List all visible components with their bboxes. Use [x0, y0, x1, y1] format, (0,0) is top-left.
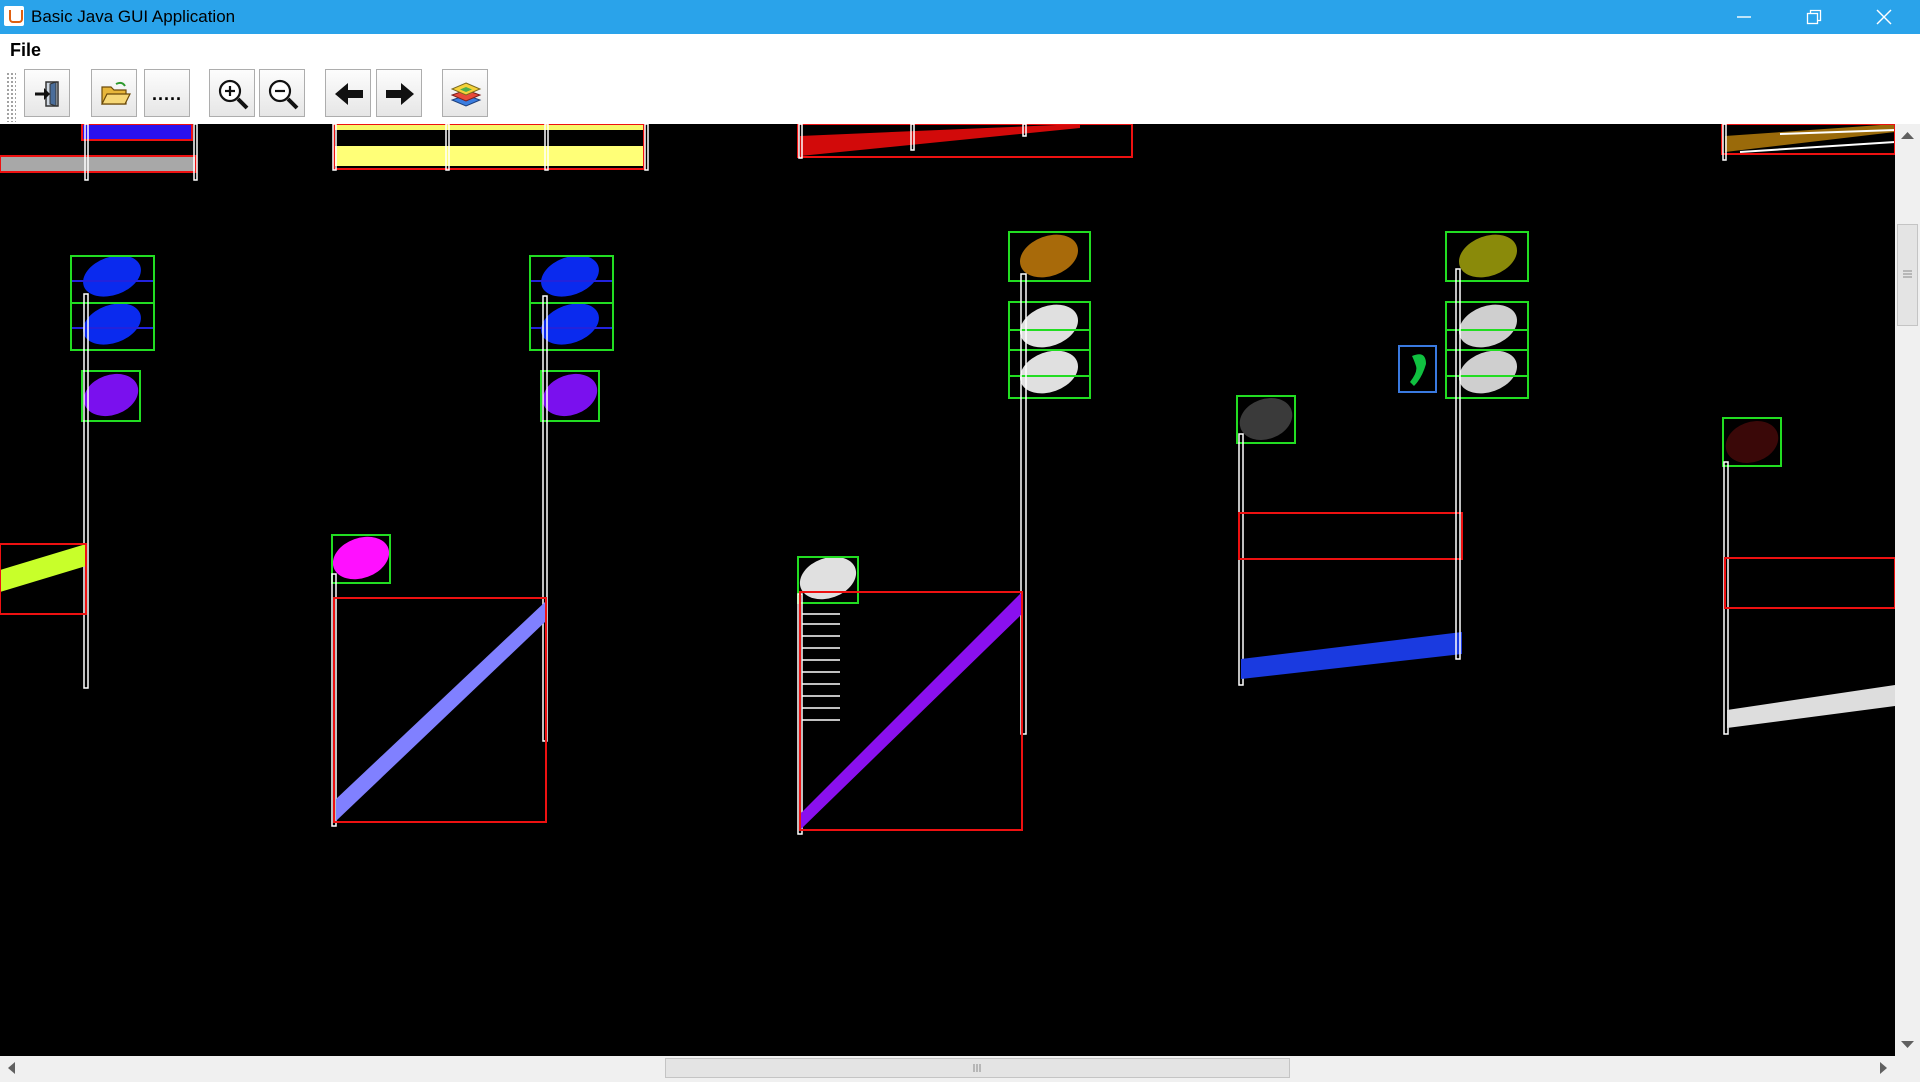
- more-button[interactable]: .....: [144, 69, 190, 117]
- next-button[interactable]: [376, 69, 422, 117]
- note-group-1: [0, 255, 155, 689]
- scroll-down-icon[interactable]: [1895, 1034, 1920, 1056]
- drawing-canvas[interactable]: [0, 124, 1895, 1056]
- zoom-in-button[interactable]: [209, 69, 255, 117]
- zoom-out-icon: [268, 79, 299, 110]
- layers-icon: [450, 82, 482, 107]
- title-bar[interactable]: Basic Java GUI Application: [0, 0, 1920, 34]
- close-icon: [1876, 9, 1892, 25]
- restore-icon: [1806, 9, 1822, 25]
- window-title: Basic Java GUI Application: [31, 7, 236, 26]
- menu-file[interactable]: File: [10, 40, 41, 61]
- top-right-fragment: [1721, 124, 1895, 161]
- score-image: [0, 124, 1895, 835]
- zoom-out-button[interactable]: [259, 69, 305, 117]
- close-button[interactable]: [1856, 0, 1912, 34]
- minimize-button[interactable]: [1716, 0, 1772, 34]
- scroll-left-icon[interactable]: [0, 1056, 22, 1080]
- java-app-icon: [4, 6, 24, 26]
- top-left-fragment: [0, 124, 198, 181]
- exit-icon: [35, 81, 59, 107]
- scroll-right-icon[interactable]: [1873, 1056, 1895, 1080]
- toolbar: .....: [0, 66, 1920, 125]
- exit-button[interactable]: [24, 69, 70, 117]
- note-group-2: [331, 255, 614, 827]
- grip-icon: [973, 1064, 981, 1072]
- note-group-3: [797, 231, 1091, 835]
- vertical-scroll-thumb[interactable]: [1897, 224, 1918, 326]
- arrow-right-icon: [386, 83, 414, 105]
- arrow-left-icon: [335, 83, 363, 105]
- vertical-scrollbar[interactable]: [1895, 124, 1920, 1056]
- note-group-5: [1722, 417, 1895, 735]
- horizontal-scrollbar[interactable]: [0, 1056, 1895, 1080]
- scrollbar-corner: [1895, 1056, 1920, 1080]
- menu-bar: File: [0, 34, 1920, 66]
- previous-button[interactable]: [325, 69, 371, 117]
- top-red-fragment: [797, 124, 1133, 159]
- layers-button[interactable]: [442, 69, 488, 117]
- top-yellow-fragment: [332, 124, 649, 171]
- toolbar-grip[interactable]: [6, 72, 16, 122]
- more-label: .....: [151, 84, 182, 104]
- note-group-4: [1236, 231, 1529, 686]
- restore-button[interactable]: [1786, 0, 1842, 34]
- zoom-in-icon: [218, 79, 249, 110]
- grip-icon: [1903, 270, 1912, 278]
- minimize-icon: [1737, 16, 1751, 18]
- horizontal-scroll-thumb[interactable]: [665, 1058, 1290, 1078]
- open-folder-button[interactable]: [91, 69, 137, 117]
- open-folder-icon: [101, 81, 131, 105]
- scroll-up-icon[interactable]: [1895, 124, 1920, 146]
